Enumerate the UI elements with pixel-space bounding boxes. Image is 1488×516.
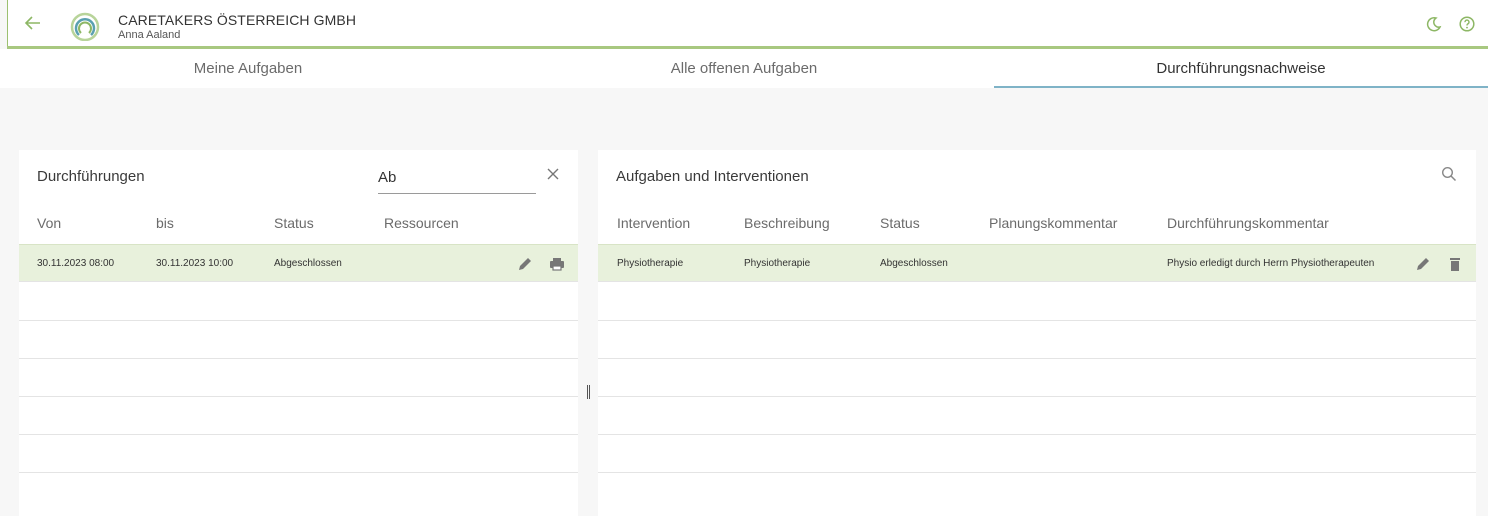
column-header-bis[interactable]: bis	[156, 215, 174, 231]
table-row-empty	[19, 435, 578, 473]
cell-von: 30.11.2023 08:00	[37, 258, 115, 269]
cell-status: Abgeschlossen	[274, 258, 342, 269]
app-header: CARETAKERS ÖSTERREICH GMBH Anna Aaland	[7, 0, 1488, 48]
organization-name: CARETAKERS ÖSTERREICH GMBH	[118, 12, 357, 28]
column-header-status[interactable]: Status	[880, 215, 920, 231]
cell-beschreibung: Physiotherapie	[744, 258, 811, 269]
table-row-empty	[598, 435, 1476, 473]
tab-alle-offenen-aufgaben[interactable]: Alle offenen Aufgaben	[496, 49, 992, 88]
table-row-empty	[19, 283, 578, 321]
column-header-beschreibung[interactable]: Beschreibung	[744, 215, 830, 231]
durchfuehrungen-panel: Durchführungen Von bis Status Ressourcen…	[19, 150, 578, 516]
table-row-empty	[598, 397, 1476, 435]
cell-status: Abgeschlossen	[880, 258, 948, 269]
filter-input[interactable]	[378, 166, 536, 194]
panel-title: Aufgaben und Interventionen	[616, 168, 809, 185]
cell-durchfuehrungskommentar: Physio erledigt durch Herrn Physiotherap…	[1167, 258, 1375, 269]
column-header-planungskommentar[interactable]: Planungskommentar	[989, 215, 1117, 231]
moon-icon[interactable]	[1426, 16, 1442, 32]
user-name: Anna Aaland	[118, 29, 181, 41]
panel-title: Durchführungen	[37, 168, 145, 185]
edit-icon[interactable]	[1415, 256, 1431, 272]
print-icon[interactable]	[549, 256, 565, 272]
table-row-empty	[598, 283, 1476, 321]
search-icon[interactable]	[1441, 166, 1457, 182]
cell-bis: 30.11.2023 10:00	[156, 258, 234, 269]
column-header-durchfuehrungskommentar[interactable]: Durchführungskommentar	[1167, 215, 1329, 231]
table-row-empty	[598, 321, 1476, 359]
column-header-intervention[interactable]: Intervention	[617, 215, 690, 231]
delete-icon[interactable]	[1447, 256, 1463, 272]
tab-meine-aufgaben[interactable]: Meine Aufgaben	[0, 49, 496, 88]
table-row-empty	[598, 359, 1476, 397]
aufgaben-interventionen-panel: Aufgaben und Interventionen Intervention…	[598, 150, 1476, 516]
table-row[interactable]: 30.11.2023 08:00 30.11.2023 10:00 Abgesc…	[19, 244, 578, 282]
table-row[interactable]: Physiotherapie Physiotherapie Abgeschlos…	[598, 244, 1476, 282]
column-header-status[interactable]: Status	[274, 215, 314, 231]
close-icon[interactable]	[545, 166, 561, 182]
panel-splitter[interactable]	[586, 385, 592, 399]
column-header-ressourcen[interactable]: Ressourcen	[384, 215, 459, 231]
tab-bar: Meine Aufgaben Alle offenen Aufgaben Dur…	[0, 49, 1488, 88]
tab-durchfuehrungsnachweise[interactable]: Durchführungsnachweise	[994, 49, 1488, 88]
cell-intervention: Physiotherapie	[617, 258, 684, 269]
table-row-empty	[19, 321, 578, 359]
active-tab-indicator	[994, 86, 1488, 88]
column-header-von[interactable]: Von	[37, 215, 61, 231]
back-arrow-icon[interactable]	[22, 12, 44, 34]
help-icon[interactable]	[1459, 16, 1475, 32]
edit-icon[interactable]	[517, 256, 533, 272]
table-row-empty	[19, 397, 578, 435]
table-row-empty	[19, 359, 578, 397]
company-logo	[70, 11, 104, 42]
